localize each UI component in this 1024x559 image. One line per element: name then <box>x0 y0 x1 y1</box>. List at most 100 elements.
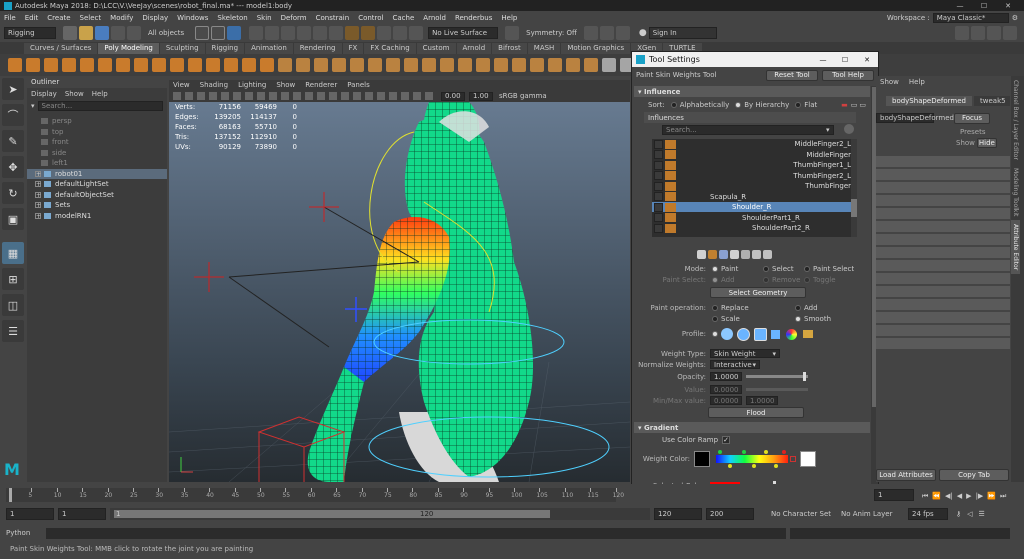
menu-control[interactable]: Control <box>358 14 383 22</box>
prefs-icon[interactable]: ☰ <box>979 510 985 518</box>
soft-select-icon[interactable] <box>583 25 598 40</box>
channel-box-toggle-icon[interactable] <box>1003 26 1017 40</box>
menu-edit[interactable]: Edit <box>25 14 39 22</box>
viewport-tool-icon[interactable] <box>305 92 313 100</box>
shelf-quad-draw-icon[interactable] <box>584 58 598 72</box>
modeling-toolkit-toggle-icon[interactable] <box>955 26 969 40</box>
menu-help[interactable]: Help <box>501 14 517 22</box>
influences-subheader[interactable]: Influences <box>644 112 856 123</box>
shelf-boolean-icon[interactable] <box>332 58 346 72</box>
search-clear-icon[interactable] <box>844 124 854 134</box>
expand-icon[interactable]: + <box>35 202 41 209</box>
snap-curve-icon[interactable] <box>265 25 280 40</box>
symmetry-label[interactable]: Symmetry: Off <box>526 29 577 37</box>
shelf-tab-poly-modeling[interactable]: Poly Modeling <box>98 42 159 54</box>
menu-windows[interactable]: Windows <box>177 14 208 22</box>
side-tab[interactable]: Modeling Toolkit <box>1011 164 1020 220</box>
lock-toggle-icon[interactable] <box>654 223 663 233</box>
viewport-tool-icon[interactable] <box>281 92 289 100</box>
maximize-button[interactable]: ☐ <box>972 2 996 10</box>
weight-color-white-swatch[interactable] <box>800 451 816 467</box>
expand-icon[interactable]: + <box>35 212 41 219</box>
value-slider[interactable] <box>746 388 808 391</box>
menu-file[interactable]: File <box>4 14 16 22</box>
new-scene-icon[interactable] <box>63 25 77 40</box>
tool-settings-close-button[interactable]: ✕ <box>856 56 878 64</box>
shelf-tab-curves-surfaces[interactable]: Curves / Surfaces <box>24 42 98 54</box>
undo-icon[interactable] <box>111 25 125 40</box>
value-field[interactable]: 0.0000 <box>710 385 742 394</box>
paint-op-replace-radio[interactable] <box>712 304 718 311</box>
side-tab[interactable]: Attribute Editor <box>1011 220 1020 275</box>
use-color-ramp-checkbox[interactable]: ✓ <box>722 435 731 444</box>
hypershade-icon[interactable] <box>393 25 408 40</box>
viewport-tool-icon[interactable] <box>221 92 229 100</box>
weight-type-select[interactable]: Skin Weight ▾ <box>710 349 780 358</box>
sort-hierarchy-radio[interactable] <box>735 101 742 108</box>
viewport-tool-icon[interactable] <box>329 92 337 100</box>
render-icon[interactable] <box>345 25 360 40</box>
current-frame-marker[interactable] <box>9 488 12 502</box>
profile-solid-icon[interactable] <box>754 327 767 341</box>
weight-hammer-icon[interactable] <box>719 249 728 259</box>
influence-item[interactable]: ThumbFinger <box>652 181 857 191</box>
viewport-tool-icon[interactable] <box>401 92 409 100</box>
influence-item[interactable]: ThumbFinger1_L <box>652 160 857 170</box>
influence-item[interactable]: Scapula_R <box>652 192 857 202</box>
shelf-tab-fx[interactable]: FX <box>342 42 364 54</box>
viewport-tool-icon[interactable] <box>389 92 397 100</box>
paste-weights-icon[interactable] <box>708 249 717 259</box>
copy-weights-icon[interactable] <box>697 249 706 259</box>
redo-icon[interactable] <box>127 25 141 40</box>
outliner-item[interactable]: + robot01 <box>27 168 167 179</box>
influence-item[interactable]: Shoulder_R <box>652 202 857 212</box>
shelf-tab-mash[interactable]: MASH <box>527 42 561 54</box>
tool-settings-minimize-button[interactable]: — <box>812 56 834 64</box>
snap-point-icon[interactable] <box>281 25 296 40</box>
influence-search-input[interactable]: Search... <box>662 125 834 135</box>
menu-display[interactable]: Display <box>142 14 168 22</box>
shelf-pyramid-icon[interactable] <box>152 58 166 72</box>
expand-icon[interactable]: + <box>35 181 41 188</box>
influence-item[interactable]: ShoulderPart2_R <box>652 223 857 233</box>
shelf-smooth-icon[interactable] <box>314 58 328 72</box>
paint-select-remove-radio[interactable] <box>763 276 769 283</box>
reset-tool-button[interactable]: Reset Tool <box>766 69 818 81</box>
render-view-icon[interactable] <box>409 25 424 40</box>
shelf-collapse-icon[interactable] <box>530 58 544 72</box>
shelf-sphere-icon[interactable] <box>8 58 22 72</box>
snap-surface-icon[interactable] <box>297 25 312 40</box>
workspace-gear-icon[interactable]: ⚙ <box>1012 14 1018 22</box>
shelf-append-icon[interactable] <box>422 58 436 72</box>
attr-menu-help[interactable]: Help <box>909 78 925 86</box>
viewport-scene[interactable] <box>169 102 630 482</box>
shelf-prism-icon[interactable] <box>170 58 184 72</box>
step-back-key-icon[interactable]: ⏪ <box>932 492 941 500</box>
influence-item[interactable]: ThumbFinger2_L <box>652 171 857 181</box>
viewport-tool-icon[interactable] <box>317 92 325 100</box>
step-forward-key-icon[interactable]: ⏩ <box>987 492 996 500</box>
viewport-tool-icon[interactable] <box>209 92 217 100</box>
shelf-extrude-icon[interactable] <box>458 58 472 72</box>
lock-toggle-icon[interactable] <box>654 213 663 222</box>
sort-alpha-radio[interactable] <box>670 101 677 108</box>
tool-settings-toggle-icon[interactable] <box>987 26 1001 40</box>
snap-view-icon[interactable] <box>313 25 328 40</box>
flood-button[interactable]: Flood <box>708 407 804 418</box>
mode-paint-select-radio[interactable] <box>804 265 810 272</box>
profile-folder-icon[interactable] <box>803 330 813 338</box>
opacity-slider[interactable] <box>746 372 808 381</box>
outliner-item[interactable]: + defaultLightSet <box>27 179 167 190</box>
viewport-menu-view[interactable]: View <box>173 81 190 89</box>
viewport-menu-renderer[interactable]: Renderer <box>305 81 337 89</box>
lock-toggle-icon[interactable] <box>654 202 663 212</box>
shelf-tab-motion-graphics[interactable]: Motion Graphics <box>561 42 631 54</box>
speaker-icon[interactable]: ◁ <box>967 510 972 518</box>
shelf-fill-hole-icon[interactable] <box>404 58 418 72</box>
shelf-insert-edge-loop-icon[interactable] <box>548 58 562 72</box>
viewport-menu-panels[interactable]: Panels <box>347 81 370 89</box>
outliner-menu-display[interactable]: Display <box>31 90 57 98</box>
shelf-offset-loop-icon[interactable] <box>566 58 580 72</box>
outliner-item[interactable]: left1 <box>27 158 167 169</box>
paint-select-add-radio[interactable] <box>712 276 718 283</box>
